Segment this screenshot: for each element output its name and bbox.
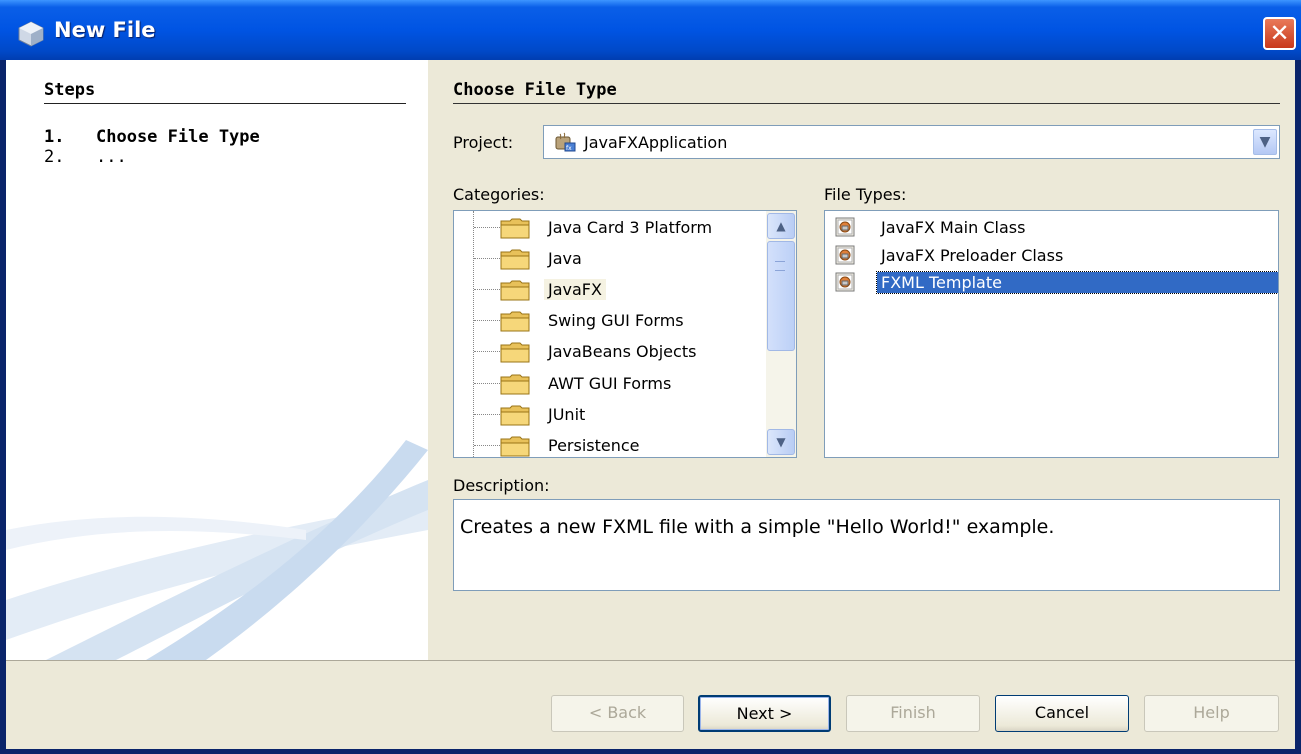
file-type-label: JavaFX Main Class (881, 218, 1026, 237)
netbeans-cube-icon (18, 21, 44, 47)
cancel-button[interactable]: Cancel (995, 695, 1129, 732)
tree-guide-line (474, 414, 500, 415)
project-combobox-value: JavaFXApplication (584, 133, 728, 152)
window-title: New File (54, 18, 156, 42)
steps-heading: Steps (44, 80, 96, 100)
close-button[interactable]: ✕ (1263, 17, 1296, 50)
scrollbar-grip-icon (775, 261, 785, 271)
scroll-up-icon[interactable]: ▲ (767, 213, 795, 239)
folder-icon (500, 436, 530, 457)
tree-guide-line (474, 227, 500, 228)
tree-guide-line (474, 289, 500, 290)
category-label: JavaFX (544, 279, 606, 300)
file-type-item[interactable]: FXML Template (833, 269, 1278, 297)
folder-icon (500, 249, 530, 270)
tree-guide-line (474, 320, 500, 321)
chevron-down-icon[interactable]: ▼ (1253, 129, 1277, 155)
file-type-label: FXML Template (876, 271, 1278, 294)
tree-guide-line (474, 445, 500, 446)
scrollbar-thumb[interactable] (767, 241, 795, 351)
step-label: ... (96, 147, 127, 167)
project-combobox[interactable]: fx JavaFXApplication ▼ (543, 125, 1280, 159)
step-label: Choose File Type (96, 127, 260, 147)
javafx-file-icon (835, 272, 855, 292)
tree-guide-line (474, 383, 500, 384)
description-box: Creates a new FXML file with a simple "H… (453, 499, 1280, 591)
java-project-icon: fx (555, 132, 576, 152)
section-title: Choose File Type (453, 80, 617, 100)
category-label: JavaBeans Objects (548, 342, 697, 361)
folder-icon (500, 311, 530, 332)
javafx-file-icon (835, 245, 855, 265)
category-label: Persistence (548, 436, 640, 455)
step-item: 2.... (44, 147, 127, 167)
section-divider (453, 103, 1280, 104)
javafx-file-icon (835, 217, 855, 237)
svg-text:fx: fx (566, 145, 572, 152)
help-button[interactable]: Help (1144, 695, 1279, 732)
file-type-label: JavaFX Preloader Class (881, 246, 1064, 265)
folder-icon (500, 342, 530, 363)
tree-guide-line (474, 351, 500, 352)
category-label: JUnit (548, 405, 586, 424)
new-file-dialog: New File ✕ Steps 1. Choose File Type 2...… (0, 0, 1301, 754)
category-label: Swing GUI Forms (548, 311, 684, 330)
file-type-item[interactable]: JavaFX Preloader Class (833, 242, 1277, 270)
next-button[interactable]: Next > (698, 695, 831, 732)
category-label: AWT GUI Forms (548, 374, 672, 393)
folder-icon (500, 405, 530, 426)
folder-icon (500, 280, 530, 301)
folder-icon (500, 218, 530, 239)
steps-panel: Steps 1. Choose File Type 2.... (6, 60, 428, 660)
file-types-label: File Types: (824, 185, 907, 204)
step-number: 2. (44, 147, 65, 167)
scroll-down-icon[interactable]: ▼ (767, 429, 795, 455)
back-button[interactable]: < Back (551, 695, 684, 732)
step-number: 1. (44, 127, 65, 147)
description-label: Description: (453, 476, 550, 495)
tree-guide-line (473, 211, 474, 457)
finish-button[interactable]: Finish (846, 695, 980, 732)
description-text: Creates a new FXML file with a simple "H… (460, 516, 1055, 538)
file-type-item[interactable]: JavaFX Main Class (833, 214, 1277, 242)
project-label: Project: (453, 133, 514, 152)
title-bar[interactable]: New File ✕ (0, 0, 1301, 60)
step-item: 1. Choose File Type (44, 127, 260, 147)
categories-scrollbar[interactable]: ▲ ▼ (766, 211, 796, 457)
file-types-list[interactable]: JavaFX Main Class JavaFX Preloader Class F… (824, 210, 1279, 458)
categories-tree[interactable]: Java Card 3 Platform Java JavaFX Swing GUI … (453, 210, 797, 458)
category-label: Java Card 3 Platform (548, 218, 713, 237)
steps-divider (44, 103, 406, 104)
folder-icon (500, 374, 530, 395)
tree-guide-line (474, 258, 500, 259)
categories-label: Categories: (453, 185, 545, 204)
category-label: Java (548, 249, 582, 268)
